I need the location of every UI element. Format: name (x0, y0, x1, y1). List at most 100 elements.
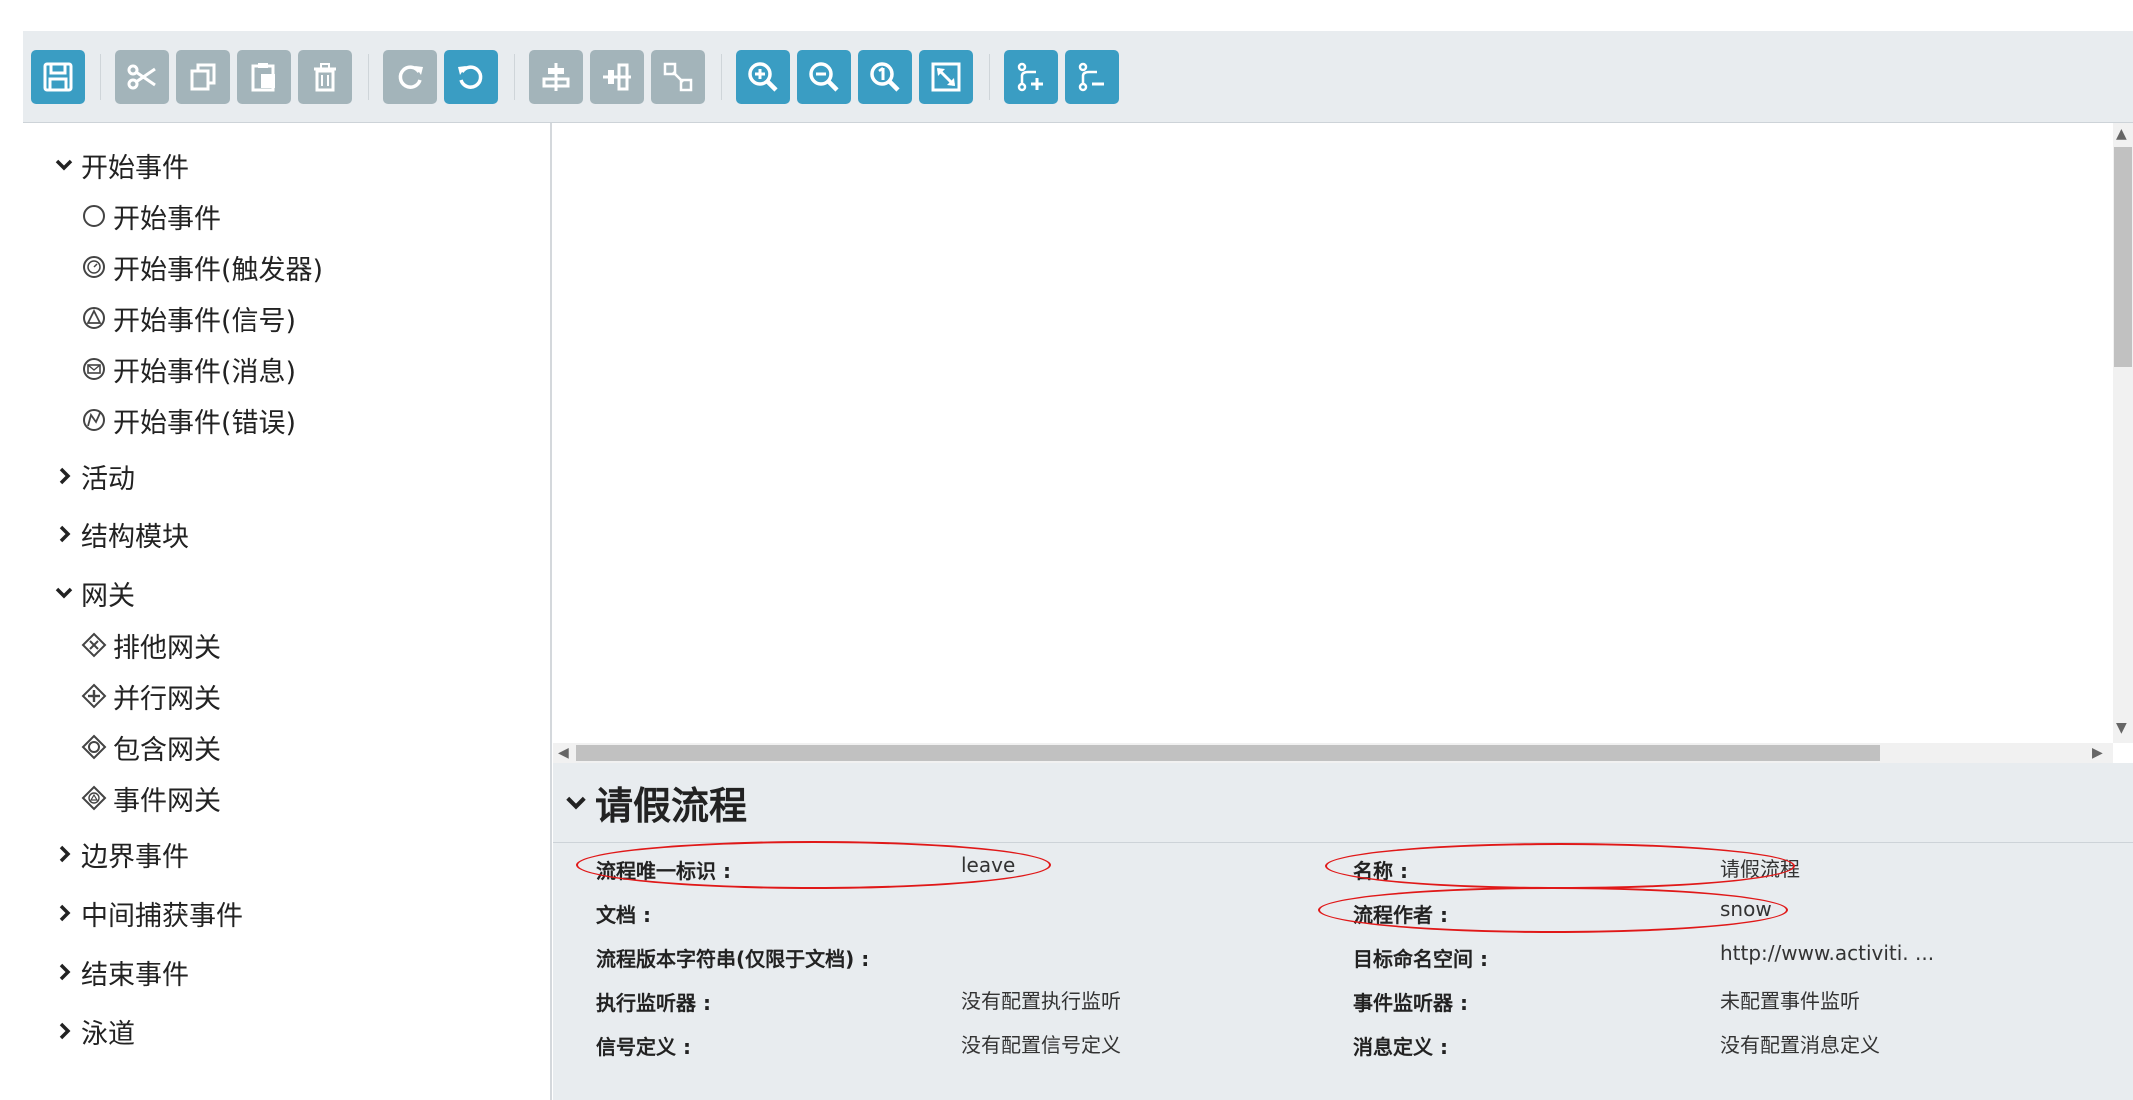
cut-button[interactable] (115, 50, 169, 104)
chevron-down-icon (566, 796, 586, 809)
palette-item-error-start-event[interactable]: 开始事件(错误) (81, 400, 296, 440)
palette-item-parallel-gateway[interactable]: 并行网关 (81, 676, 221, 716)
palette-group-start-events[interactable]: 开始事件 (53, 145, 189, 185)
palette-group-structural[interactable]: 结构模块 (53, 514, 189, 554)
align-vertical-icon (603, 63, 631, 91)
paste-button[interactable] (237, 50, 291, 104)
palette-item-label: 事件网关 (113, 785, 221, 817)
copy-button[interactable] (176, 50, 230, 104)
diagram-canvas[interactable] (553, 123, 2113, 743)
palette-item-inclusive-gateway[interactable]: 包含网关 (81, 727, 221, 767)
event-gateway-icon (81, 785, 107, 811)
toolbar-separator (514, 54, 515, 100)
property-value-target-namespace[interactable]: http://www.activiti. ... (1720, 941, 1934, 965)
palette-group-activities[interactable]: 活动 (53, 456, 135, 496)
property-value-event-listeners[interactable]: 未配置事件监听 (1720, 985, 1860, 1014)
delete-button[interactable] (298, 50, 352, 104)
palette-group-swimlanes[interactable]: 泳道 (53, 1011, 135, 1051)
palette-item-timer-start-event[interactable]: 开始事件(触发器) (81, 247, 323, 287)
palette-item-label: 排他网关 (113, 632, 221, 664)
palette-group-label: 网关 (81, 580, 135, 612)
toolbar-separator (100, 54, 101, 100)
zoom-actual-button[interactable] (858, 50, 912, 104)
scroll-up-icon[interactable]: ▲ (2116, 126, 2127, 142)
property-value-message-definitions[interactable]: 没有配置消息定义 (1720, 1029, 1880, 1058)
palette-item-label: 开始事件 (113, 203, 221, 235)
inclusive-gateway-icon (81, 734, 107, 760)
zoom-actual-icon (870, 62, 900, 92)
zoom-fit-button[interactable] (919, 50, 973, 104)
parallel-gateway-icon (81, 683, 107, 709)
chevron-right-icon (59, 963, 71, 981)
highlight-ellipse-process-id (576, 841, 1051, 889)
palette-group-label: 泳道 (81, 1018, 135, 1050)
toolbar-separator (368, 54, 369, 100)
save-button[interactable] (31, 50, 85, 104)
same-size-button[interactable] (651, 50, 705, 104)
cut-icon (127, 64, 156, 90)
scroll-left-icon[interactable]: ◀ (558, 745, 569, 761)
save-icon (43, 62, 73, 92)
horizontal-scrollbar-thumb[interactable] (576, 745, 1880, 761)
palette-group-label: 活动 (81, 463, 135, 495)
chevron-right-icon (59, 1022, 71, 1040)
palette-item-label: 并行网关 (113, 683, 221, 715)
add-bendpoint-icon (1017, 62, 1043, 92)
zoom-in-button[interactable] (736, 50, 790, 104)
palette-item-exclusive-gateway[interactable]: 排他网关 (81, 625, 221, 665)
property-value-execution-listeners[interactable]: 没有配置执行监听 (961, 985, 1121, 1014)
properties-header[interactable]: 请假流程 (553, 763, 2133, 843)
palette-group-gateways[interactable]: 网关 (53, 573, 135, 613)
properties-panel: 请假流程 流程唯一标识 : leave 文档 : 流程版本字符串(仅限于文档) … (553, 763, 2133, 1100)
add-bendpoint-button[interactable] (1004, 50, 1058, 104)
chevron-right-icon (59, 467, 71, 485)
palette-group-label: 结构模块 (81, 521, 189, 553)
palette-item-label: 开始事件(消息) (113, 356, 297, 388)
property-label-target-namespace: 目标命名空间 : (1353, 947, 1488, 971)
palette-group-label: 中间捕获事件 (81, 900, 243, 932)
zoom-out-icon (809, 62, 839, 92)
exclusive-gateway-icon (81, 632, 107, 658)
shape-palette: 开始事件 开始事件 开始事件(触发器) 开始事件(信号) 开始事件(消息) 开始… (23, 123, 552, 1100)
property-label-version-tag: 流程版本字符串(仅限于文档) : (596, 947, 870, 971)
vertical-scrollbar-thumb[interactable] (2114, 147, 2132, 367)
redo-button[interactable] (383, 50, 437, 104)
palette-group-label: 开始事件 (81, 152, 189, 184)
copy-icon (190, 63, 216, 91)
process-editor: 开始事件 开始事件 开始事件(触发器) 开始事件(信号) 开始事件(消息) 开始… (0, 0, 2133, 1100)
palette-item-signal-start-event[interactable]: 开始事件(信号) (81, 298, 296, 338)
paste-icon (251, 63, 275, 92)
zoom-fit-icon (931, 62, 961, 92)
scroll-right-icon[interactable]: ▶ (2092, 745, 2103, 761)
delete-icon (314, 63, 336, 92)
scroll-down-icon[interactable]: ▼ (2116, 720, 2127, 736)
palette-item-label: 开始事件(信号) (113, 305, 297, 337)
palette-group-end-events[interactable]: 结束事件 (53, 952, 189, 992)
zoom-out-button[interactable] (797, 50, 851, 104)
palette-item-message-start-event[interactable]: 开始事件(消息) (81, 349, 296, 389)
palette-item-start-event[interactable]: 开始事件 (81, 196, 221, 236)
palette-group-boundary-events[interactable]: 边界事件 (53, 834, 189, 874)
property-label-message-definitions: 消息定义 : (1353, 1035, 1448, 1059)
align-vertical-button[interactable] (590, 50, 644, 104)
redo-icon (398, 65, 423, 89)
chevron-right-icon (59, 845, 71, 863)
error-icon (83, 409, 105, 431)
property-value-signal-definitions[interactable]: 没有配置信号定义 (961, 1029, 1121, 1058)
remove-bendpoint-button[interactable] (1065, 50, 1119, 104)
chevron-down-icon (55, 587, 73, 599)
property-label-documentation: 文档 : (596, 903, 651, 927)
chevron-down-icon (55, 159, 73, 171)
align-horizontal-button[interactable] (529, 50, 583, 104)
property-label-event-listeners: 事件监听器 : (1353, 991, 1468, 1015)
toolbar-separator (989, 54, 990, 100)
zoom-in-icon (748, 62, 778, 92)
remove-bendpoint-icon (1078, 62, 1104, 92)
property-label-execution-listeners: 执行监听器 : (596, 991, 711, 1015)
same-size-icon (663, 62, 693, 92)
undo-button[interactable] (444, 50, 498, 104)
chevron-right-icon (59, 525, 71, 543)
palette-group-intermediate-catch-events[interactable]: 中间捕获事件 (53, 893, 243, 933)
palette-item-event-gateway[interactable]: 事件网关 (81, 778, 221, 818)
palette-item-label: 包含网关 (113, 734, 221, 766)
